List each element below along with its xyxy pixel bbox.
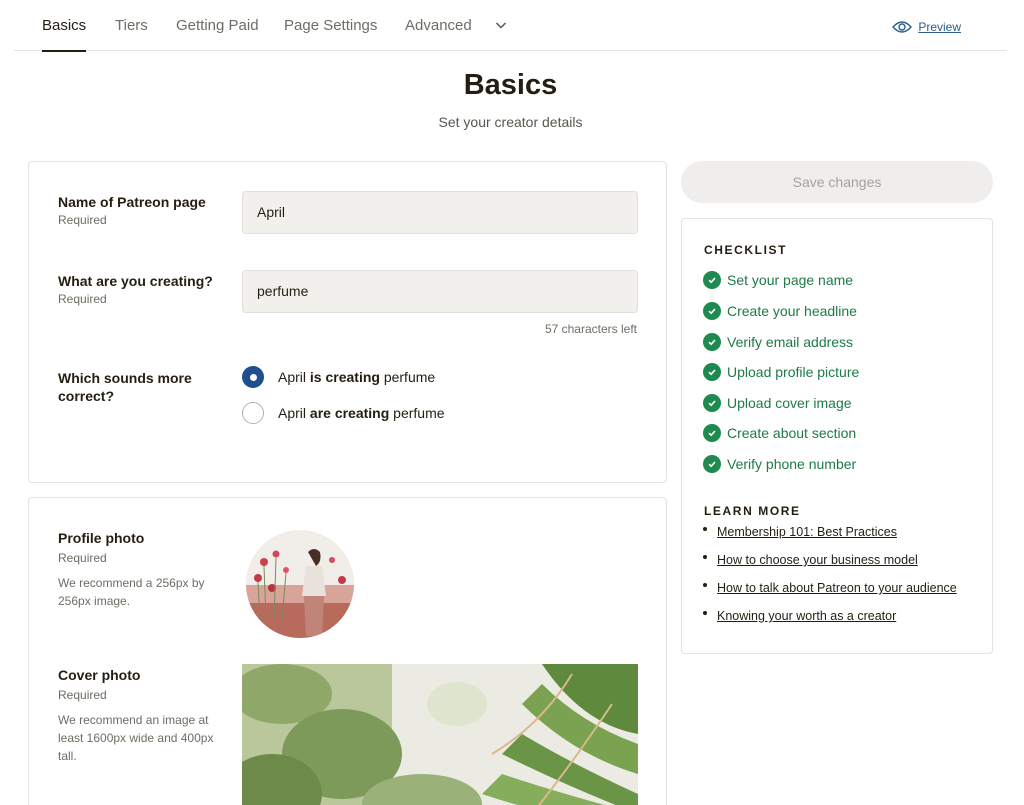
grammar-option-are-label: April are creating perfume bbox=[278, 405, 445, 421]
tab-advanced[interactable]: Advanced bbox=[405, 17, 472, 51]
checklist-item: Create your headline bbox=[703, 302, 857, 320]
save-changes-button[interactable]: Save changes bbox=[681, 161, 993, 203]
creator-details-card: Name of Patreon page Required April What… bbox=[28, 161, 667, 483]
character-counter: 57 characters left bbox=[544, 322, 637, 336]
tab-tiers[interactable]: Tiers bbox=[115, 17, 148, 51]
top-nav: Basics Tiers Getting Paid Page Settings … bbox=[14, 0, 1007, 52]
page-title: Basics bbox=[463, 69, 558, 101]
cover-photo[interactable] bbox=[242, 664, 638, 805]
page-name-required: Required bbox=[58, 213, 107, 227]
learn-more-item: Knowing your worth as a creator bbox=[703, 609, 896, 623]
tab-getting-paid[interactable]: Getting Paid bbox=[176, 17, 259, 51]
check-circle-icon bbox=[703, 424, 721, 442]
checklist-item: Set your page name bbox=[703, 271, 853, 289]
bullet-icon bbox=[703, 527, 707, 531]
bullet-icon bbox=[703, 611, 707, 615]
cover-photo-hint: We recommend an image at least 1600px wi… bbox=[58, 713, 214, 763]
creating-input[interactable]: perfume bbox=[242, 270, 638, 313]
check-circle-icon bbox=[703, 455, 721, 473]
page-subtitle: Set your creator details bbox=[438, 114, 583, 130]
learn-more-item: Membership 101: Best Practices bbox=[703, 525, 897, 539]
preview-link[interactable]: Preview bbox=[892, 20, 961, 34]
grammar-option-is[interactable]: April is creating perfume bbox=[242, 366, 435, 388]
cover-photo-required: Required bbox=[58, 688, 107, 702]
preview-label: Preview bbox=[918, 20, 961, 34]
profile-photo-hint: We recommend a 256px by 256px image. bbox=[58, 576, 205, 608]
learn-more-link[interactable]: Knowing your worth as a creator bbox=[717, 609, 896, 623]
learn-more-item: How to choose your business model bbox=[703, 553, 918, 567]
page-name-input[interactable]: April bbox=[242, 191, 638, 234]
check-circle-icon bbox=[703, 394, 721, 412]
creating-required: Required bbox=[58, 292, 107, 306]
radio-selected[interactable] bbox=[242, 366, 264, 388]
grammar-option-are[interactable]: April are creating perfume bbox=[242, 402, 445, 424]
profile-photo-required: Required bbox=[58, 551, 107, 565]
learn-more-link[interactable]: Membership 101: Best Practices bbox=[717, 525, 897, 539]
checklist-item: Verify email address bbox=[703, 333, 853, 351]
profile-photo[interactable] bbox=[246, 530, 354, 638]
checklist-heading: CHECKLIST bbox=[704, 243, 788, 257]
radio-unselected[interactable] bbox=[242, 402, 264, 424]
eye-icon bbox=[892, 21, 913, 33]
grammar-option-is-label: April is creating perfume bbox=[278, 369, 436, 385]
learn-more-link[interactable]: How to talk about Patreon to your audien… bbox=[717, 581, 957, 595]
check-circle-icon bbox=[703, 302, 721, 320]
check-circle-icon bbox=[703, 363, 721, 381]
checklist-item: Create about section bbox=[703, 424, 856, 442]
learn-more-heading: LEARN MORE bbox=[704, 504, 801, 518]
profile-photo-label: Profile photo bbox=[58, 530, 145, 546]
learn-more-link[interactable]: How to choose your business model bbox=[717, 553, 918, 567]
check-circle-icon bbox=[703, 271, 721, 289]
sidebar-panel: CHECKLIST Set your page name Create your… bbox=[681, 218, 993, 654]
tab-page-settings[interactable]: Page Settings bbox=[284, 17, 377, 51]
cover-photo-image bbox=[242, 664, 638, 805]
profile-photo-image bbox=[246, 530, 354, 638]
check-circle-icon bbox=[703, 333, 721, 351]
tab-basics[interactable]: Basics bbox=[42, 17, 87, 52]
checklist-item: Verify phone number bbox=[703, 455, 856, 473]
bullet-icon bbox=[703, 555, 707, 559]
checklist-item: Upload cover image bbox=[703, 394, 852, 412]
checklist-item: Upload profile picture bbox=[703, 363, 859, 381]
creating-label: What are you creating? bbox=[58, 273, 213, 289]
photos-card: Profile photo Required We recommend a 25… bbox=[28, 497, 667, 805]
learn-more-item: How to talk about Patreon to your audien… bbox=[703, 581, 957, 595]
bullet-icon bbox=[703, 583, 707, 587]
chevron-down-icon[interactable] bbox=[494, 18, 508, 32]
cover-photo-label: Cover photo bbox=[58, 667, 141, 683]
page-name-label: Name of Patreon page bbox=[58, 194, 206, 210]
grammar-label: Which sounds more correct? bbox=[58, 370, 192, 404]
